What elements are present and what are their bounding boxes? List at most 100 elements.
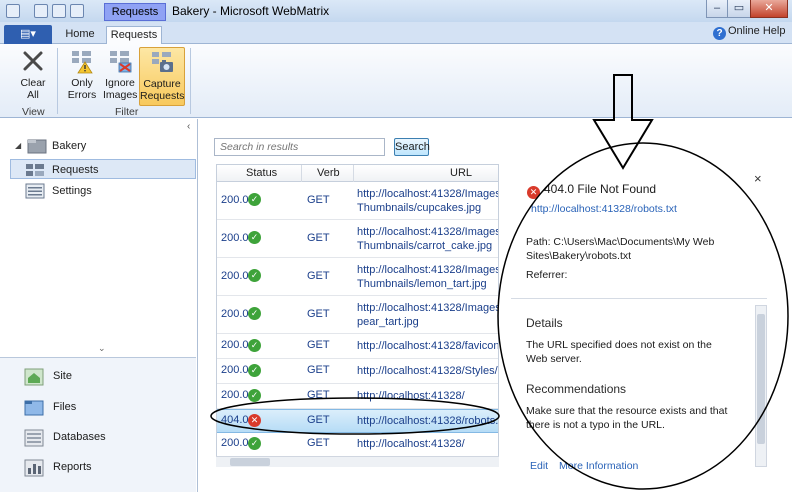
row-url-line: Thumbnails/carrot_cake.jpg [357, 240, 493, 252]
tree-site-label: Bakery [52, 140, 87, 152]
row-status: 200.0 [221, 389, 249, 401]
capture-requests-label: Capture Requests [140, 78, 185, 102]
left-pane: ‹ ◢ Bakery Requests Settings ⌄ Site File… [0, 119, 198, 492]
databases-icon [24, 429, 44, 447]
nav-item-site[interactable]: Site [0, 362, 196, 392]
details-text: The URL specified does not exist on the … [526, 339, 712, 365]
row-status: 200.0 [221, 232, 249, 244]
row-url-line: http://localhost:41328/Images/ [357, 302, 498, 314]
only-errors-label: Only Errors [67, 77, 97, 101]
publish-icon[interactable] [52, 4, 66, 18]
details-url-link[interactable]: http://localhost:41328/robots.txt [531, 203, 677, 215]
nav-item-databases[interactable]: Databases [0, 423, 196, 453]
grid-header: Status Verb URL [217, 165, 498, 182]
row-url-line: Thumbnails/lemon_tart.jpg [357, 278, 487, 290]
clear-all-label: Clear All [20, 77, 46, 101]
row-url-line: http://localhost:41328/Images/ [357, 226, 498, 238]
tab-requests[interactable]: Requests [106, 26, 162, 44]
only-errors-icon [72, 51, 93, 74]
tab-home[interactable]: Home [60, 26, 100, 44]
online-help-label: Online Help [728, 25, 786, 37]
close-details-icon[interactable]: × [754, 171, 762, 186]
column-header-status[interactable]: Status [246, 167, 277, 179]
table-row[interactable]: 200.0 ✓ GET http://localhost:41328/Image… [217, 220, 498, 258]
save-icon[interactable] [34, 4, 48, 18]
row-verb: GET [307, 194, 330, 206]
table-row[interactable]: 200.0 ✓ GET http://localhost:41328/Style… [217, 359, 498, 384]
table-row[interactable]: 200.0 ✓ GET http://localhost:41328/Image… [217, 182, 498, 220]
table-row[interactable]: 200.0 ✓ GET http://localhost:41328/Image… [217, 296, 498, 334]
close-button[interactable]: ✕ [750, 0, 788, 18]
details-path: Path: C:\Users\Mac\Documents\My Web Site… [526, 236, 715, 262]
nav-item-label: Files [53, 401, 77, 413]
minimize-button[interactable]: – [706, 0, 728, 18]
row-verb: GET [307, 364, 330, 376]
success-check-icon: ✓ [248, 307, 261, 320]
help-icon: ? [713, 27, 726, 40]
table-row[interactable]: 200.0 ✓ GET http://localhost:41328/Image… [217, 258, 498, 296]
error-x-icon: ✕ [527, 186, 540, 199]
error-x-icon: ✕ [248, 414, 261, 427]
column-header-verb[interactable]: Verb [317, 167, 340, 179]
row-status: 200.0 [221, 364, 249, 376]
nav-item-files[interactable]: Files [0, 393, 196, 423]
table-row[interactable]: 200.0 ✓ GET http://localhost:41328/ [217, 433, 498, 457]
expand-triangle-icon[interactable]: ◢ [15, 136, 21, 156]
table-row-selected[interactable]: 404.0 ✕ GET http://localhost:41328/robot… [217, 409, 498, 433]
site-icon [24, 368, 44, 386]
nav-item-reports[interactable]: Reports [0, 453, 196, 483]
table-row[interactable]: 200.0 ✓ GET http://localhost:41328/ [217, 384, 498, 409]
online-help-link[interactable]: ? Online Help [713, 25, 785, 40]
group-divider [190, 48, 191, 114]
table-row[interactable]: 200.0 ✓ GET http://localhost:41328/favic… [217, 334, 498, 359]
row-verb: GET [307, 437, 330, 449]
search-button[interactable]: Search [394, 138, 430, 156]
column-divider [353, 165, 354, 182]
column-divider [301, 165, 302, 182]
row-status: 200.0 [221, 308, 249, 320]
app-icon[interactable] [6, 4, 20, 18]
tree-item-requests[interactable]: Requests [10, 159, 196, 179]
details-referrer: Referrer: [526, 269, 568, 281]
row-status: 200.0 [221, 339, 249, 351]
row-status: 200.0 [221, 194, 249, 206]
collapse-pane-icon[interactable]: ‹ [187, 121, 190, 132]
group-label-filter: Filter [115, 106, 139, 118]
tree-item-label: Settings [52, 185, 92, 197]
only-errors-button[interactable]: Only Errors [64, 48, 100, 101]
ignore-images-label: Ignore Images [103, 77, 138, 101]
recommendations-heading: Recommendations [526, 382, 627, 396]
workspace-selector: Site Files Databases Reports [0, 357, 196, 492]
column-header-url[interactable]: URL [450, 167, 472, 179]
main-content: Search Status Verb URL 200.0 ✓ GET http:… [199, 119, 792, 492]
details-scrollbar[interactable] [755, 305, 767, 467]
capture-requests-button[interactable]: Capture Requests [139, 47, 185, 106]
nav-item-label: Reports [53, 461, 92, 473]
context-tab-requests[interactable]: Requests [104, 3, 166, 21]
edit-link[interactable]: Edit [530, 460, 548, 472]
row-url-line: http://localhost:41328/ [357, 438, 465, 450]
clear-all-button[interactable]: Clear All [13, 48, 53, 101]
tree-item-settings[interactable]: Settings [0, 181, 196, 201]
title-bar: Requests Bakery - Microsoft WebMatrix – … [0, 0, 792, 22]
file-menu-tab[interactable]: ▤▾ [4, 25, 52, 44]
row-verb: GET [307, 414, 330, 426]
row-url-line: http://localhost:41328/favicon.i [357, 340, 498, 352]
ignore-images-icon [110, 51, 132, 73]
grid-horizontal-scrollbar[interactable] [216, 456, 499, 467]
ignore-images-button[interactable]: Ignore Images [101, 48, 139, 101]
reports-icon [24, 459, 44, 477]
tree-site-bakery[interactable]: ◢ Bakery [0, 136, 196, 156]
search-input[interactable] [214, 138, 385, 156]
restore-button[interactable]: ▭ [727, 0, 751, 18]
more-information-link[interactable]: More Information [559, 460, 638, 472]
chevron-down-icon[interactable]: ⌄ [98, 343, 106, 354]
scroll-thumb[interactable] [757, 314, 765, 444]
scroll-thumb[interactable] [230, 458, 270, 466]
quick-access-dropdown-icon[interactable] [70, 4, 84, 18]
details-title: ✕ 404.0 File Not Found [527, 182, 656, 199]
capture-requests-icon [152, 52, 173, 72]
clear-x-icon [23, 51, 43, 71]
group-divider [57, 48, 58, 114]
ribbon-tab-row: ▤▾ Home Requests ? Online Help [0, 22, 792, 44]
